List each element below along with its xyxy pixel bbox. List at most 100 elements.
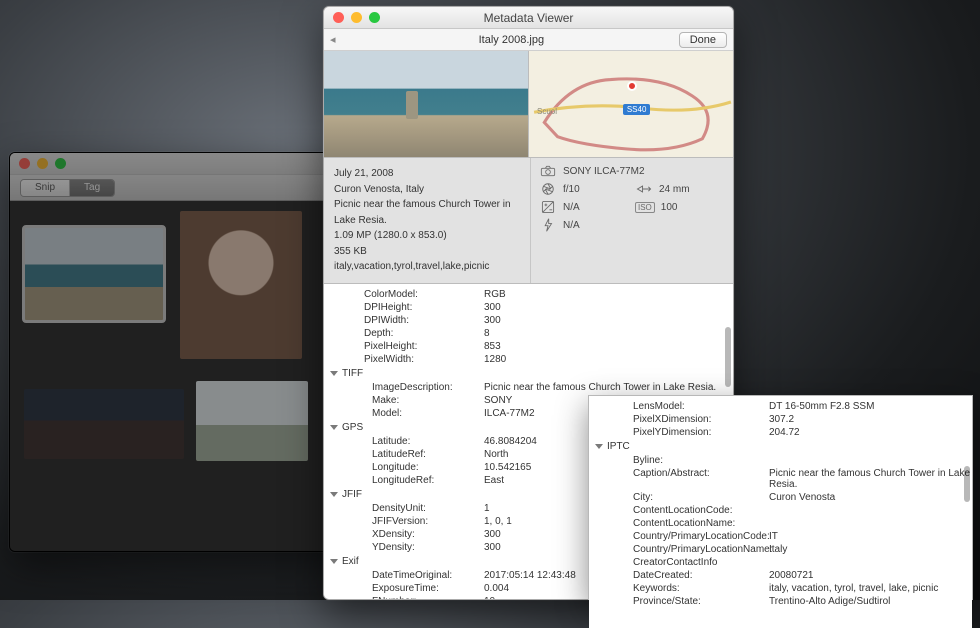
traffic-lights[interactable] [10, 158, 66, 169]
meta-section-header[interactable]: TIFF [324, 366, 733, 381]
meta-key: LongitudeRef: [324, 475, 484, 486]
summary-strip: July 21, 2008 Curon Venosta, Italy Picni… [324, 158, 733, 284]
meta-row: PixelXDimension:307.2 [589, 413, 972, 426]
mode-segment[interactable]: Snip Tag [20, 179, 115, 197]
meta-row: Keywords:italy, vacation, tyrol, travel,… [589, 582, 972, 595]
meta-key: Country/PrimaryLocationCode: [589, 531, 769, 542]
disclosure-triangle-icon[interactable] [330, 425, 338, 430]
meta-key: FNumber: [324, 596, 484, 600]
zoom-icon[interactable] [369, 12, 380, 23]
camera-icon [539, 164, 557, 178]
traffic-lights[interactable] [324, 12, 380, 23]
meta-row: Caption/Abstract:Picnic near the famous … [589, 467, 972, 491]
meta-row: ContentLocationName: [589, 517, 972, 530]
filebar: ◂ Italy 2008.jpg Done [324, 29, 733, 51]
map-road-badge: SS40 [623, 104, 651, 115]
close-icon[interactable] [333, 12, 344, 23]
summary-filesize: 355 KB [334, 244, 520, 260]
meta-value: 1280 [484, 354, 733, 365]
meta-row: DPIHeight:300 [324, 301, 733, 314]
meta-key: Make: [324, 395, 484, 406]
zoom-icon[interactable] [55, 158, 66, 169]
meta-key: Latitude: [324, 436, 484, 447]
meta-value [769, 518, 972, 529]
meta-value: DT 16-50mm F2.8 SSM [769, 401, 972, 412]
flash-value: N/A [563, 220, 580, 231]
meta-row: CreatorContactInfo [589, 556, 972, 569]
map-pin-icon [627, 81, 637, 91]
meta-key: ImageDescription: [324, 382, 484, 393]
camera-model: SONY ILCA-77M2 [563, 166, 645, 177]
meta-row: PixelWidth:1280 [324, 353, 733, 366]
meta-key: PixelWidth: [324, 354, 484, 365]
thumbnail-selected[interactable] [24, 227, 164, 321]
disclosure-triangle-icon[interactable] [330, 559, 338, 564]
thumbnail[interactable] [196, 381, 308, 461]
summary-tags: italy,vacation,tyrol,travel,lake,picnic [334, 259, 520, 275]
summary-date: July 21, 2008 [334, 166, 520, 182]
meta-key: Caption/Abstract: [589, 468, 769, 490]
meta-key: Province/State: [589, 596, 769, 607]
meta-value: 8 [484, 328, 733, 339]
flash-icon [539, 218, 557, 232]
minimize-icon[interactable] [351, 12, 362, 23]
meta-row: Country/PrimaryLocationName:Italy [589, 543, 972, 556]
meta-row: City:Curon Venosta [589, 491, 972, 504]
exposure-bias-value: N/A [563, 202, 580, 213]
metadata-panel-2: LensModel:DT 16-50mm F2.8 SSMPixelXDimen… [588, 395, 973, 600]
meta-key: ColorModel: [324, 289, 484, 300]
meta-value [769, 505, 972, 516]
meta-value: 204.72 [769, 427, 972, 438]
scrollbar-thumb[interactable] [725, 327, 731, 387]
meta-row: ColorModel:RGB [324, 288, 733, 301]
meta-value: 307.2 [769, 414, 972, 425]
meta-key: XDensity: [324, 529, 484, 540]
meta-value [769, 455, 972, 466]
disclosure-triangle-icon[interactable] [595, 444, 603, 449]
minimize-icon[interactable] [37, 158, 48, 169]
done-button[interactable]: Done [679, 32, 727, 48]
close-icon[interactable] [19, 158, 30, 169]
summary-place: Curon Venosta, Italy [334, 182, 520, 198]
meta-row: Byline: [589, 454, 972, 467]
preview-row: SS40 Scuol [324, 51, 733, 158]
disclosure-triangle-icon[interactable] [330, 371, 338, 376]
chevron-left-icon[interactable]: ◂ [330, 33, 344, 46]
photo-preview[interactable] [324, 51, 528, 157]
summary-text: July 21, 2008 Curon Venosta, Italy Picni… [324, 158, 530, 283]
meta-key: City: [589, 492, 769, 503]
meta-row: PixelYDimension:204.72 [589, 426, 972, 439]
map-preview[interactable]: SS40 Scuol [528, 51, 733, 157]
meta-key: JFIFVersion: [324, 516, 484, 527]
meta-key: Byline: [589, 455, 769, 466]
meta-key: LatitudeRef: [324, 449, 484, 460]
segment-snip[interactable]: Snip [21, 180, 70, 196]
meta-row: Country/PrimaryLocationCode:IT [589, 530, 972, 543]
meta-value: Picnic near the famous Church Tower in L… [484, 382, 733, 393]
scrollbar-thumb[interactable] [964, 466, 970, 502]
meta-row: DPIWidth:300 [324, 314, 733, 327]
summary-description: Picnic near the famous Church Tower in L… [334, 197, 520, 228]
thumbnail[interactable] [180, 211, 302, 359]
meta-value: 853 [484, 341, 733, 352]
meta-key: DateCreated: [589, 570, 769, 581]
meta-value: IT [769, 531, 972, 542]
metadata-list-2[interactable]: LensModel:DT 16-50mm F2.8 SSMPixelXDimen… [589, 396, 972, 628]
focal-value: 24 mm [659, 184, 690, 195]
segment-tag[interactable]: Tag [70, 180, 114, 196]
iso-value: 100 [661, 202, 678, 213]
meta-key: ExposureTime: [324, 583, 484, 594]
meta-value [769, 557, 972, 568]
meta-key: Country/PrimaryLocationName: [589, 544, 769, 555]
disclosure-triangle-icon[interactable] [330, 492, 338, 497]
aperture-value: f/10 [563, 184, 580, 195]
thumbnail[interactable] [24, 389, 184, 459]
meta-row: ContentLocationCode: [589, 504, 972, 517]
camera-block: SONY ILCA-77M2 f/10 24 mm N/A ISO 100 N/A [530, 158, 733, 283]
meta-key: DensityUnit: [324, 503, 484, 514]
iso-icon: ISO [635, 202, 655, 213]
mv-titlebar[interactable]: Metadata Viewer [324, 7, 733, 29]
meta-section-header[interactable]: IPTC [589, 439, 972, 454]
meta-value: Italy [769, 544, 972, 555]
meta-row: LensModel:DT 16-50mm F2.8 SSM [589, 400, 972, 413]
